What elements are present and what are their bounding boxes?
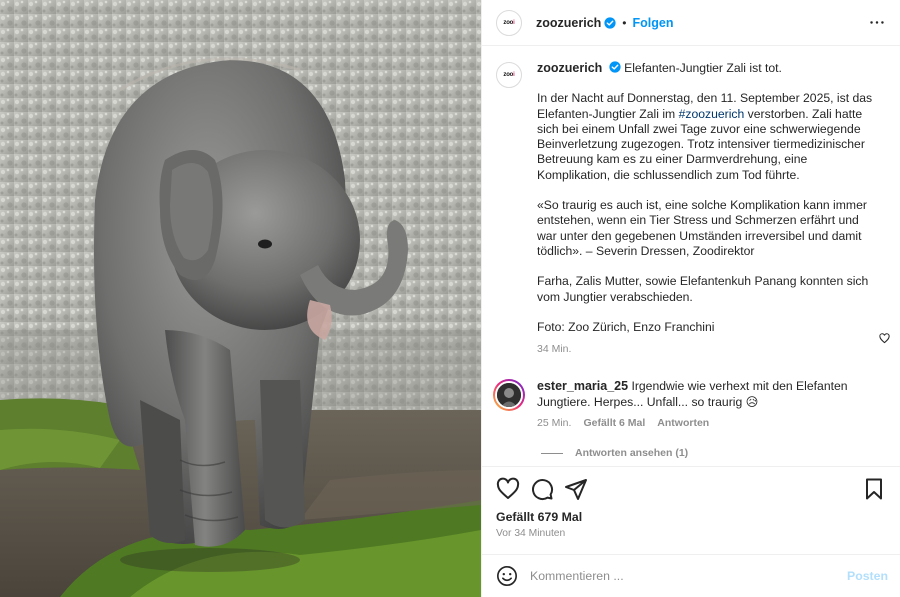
caption-paragraph-1: In der Nacht auf Donnerstag, den 11. Sep… [537, 91, 877, 183]
comment-reply-button[interactable]: Antworten [657, 416, 709, 431]
header-username[interactable]: zoozuerich [536, 16, 601, 30]
caption-timestamp[interactable]: 34 Min. [537, 342, 877, 357]
post-header: zoo i zoozuerich • Folgen [482, 0, 900, 46]
caption-paragraph-2: «So traurig es auch ist, eine solche Kom… [537, 198, 871, 258]
likes-count[interactable]: Gefällt 679 Mal [496, 510, 886, 524]
avatar-logo-dot: i [513, 19, 515, 26]
comment-likes[interactable]: Gefällt 6 Mal [583, 416, 645, 431]
comments-scroll-area[interactable]: zoo i zoozuerich Elefanten-Jungtier Zali … [482, 47, 900, 465]
heart-icon[interactable] [496, 477, 520, 501]
sad-emoji: 😥 [745, 394, 759, 409]
header-separator: • [622, 15, 627, 30]
elephant-calf-photo [0, 0, 481, 597]
caption-headline: Elefanten-Jungtier Zali ist tot. [624, 61, 782, 75]
comment-input[interactable] [530, 569, 847, 583]
avatar-logo-text: zoo [503, 19, 514, 26]
emoji-icon[interactable] [496, 565, 518, 587]
action-icons [496, 467, 886, 511]
caption-headline-line: zoozuerich Elefanten-Jungtier Zali ist t… [537, 61, 877, 76]
hashtag-link[interactable]: #zoozuerich [679, 107, 745, 121]
caption: zoo i zoozuerich Elefanten-Jungtier Zali … [482, 47, 900, 357]
share-icon[interactable] [564, 477, 588, 501]
comment-icon[interactable] [530, 477, 554, 501]
bookmark-icon[interactable] [862, 477, 886, 501]
comment-composer: Posten [482, 554, 900, 597]
replies-divider [541, 452, 563, 454]
caption-paragraph-4: Foto: Zoo Zürich, Enzo Franchini [537, 319, 715, 334]
action-bar: Gefällt 679 Mal Vor 34 Minuten [482, 466, 900, 554]
commenter-avatar[interactable] [493, 379, 525, 412]
comment-heart-icon[interactable] [879, 333, 890, 344]
commenter-photo [497, 383, 521, 408]
view-replies-button[interactable]: Antworten ansehen (1) [541, 447, 900, 459]
caption-verified-icon [609, 61, 621, 73]
verified-icon [604, 16, 616, 29]
comment-item: ester_maria_25 Irgendwie wie verhext mit… [482, 365, 900, 431]
commenter-username[interactable]: ester_maria_25 [537, 379, 628, 393]
post-side-panel: zoo i zoozuerich • Folgen zoo i zoozuerich [481, 0, 900, 597]
comment-text-line: ester_maria_25 Irgendwie wie verhext mit… [537, 379, 857, 410]
comment-meta: 25 Min. Gefällt 6 Mal Antworten [537, 416, 857, 431]
view-replies-label: Antworten ansehen (1) [575, 447, 689, 460]
caption-avatar[interactable]: zoo i [496, 62, 522, 88]
caption-username[interactable]: zoozuerich [537, 61, 602, 75]
instagram-post-window: zoo i zoozuerich • Folgen zoo i zoozuerich [0, 0, 900, 597]
comment-body: ester_maria_25 Irgendwie wie verhext mit… [537, 379, 857, 431]
profile-avatar[interactable]: zoo i [496, 9, 522, 36]
post-comment-button[interactable]: Posten [847, 569, 888, 583]
post-photo[interactable] [0, 0, 481, 597]
caption-paragraph-3: Farha, Zalis Mutter, sowie Elefantenkuh … [537, 274, 872, 304]
comment-time[interactable]: 25 Min. [537, 416, 571, 431]
follow-button[interactable]: Folgen [633, 16, 674, 30]
more-icon[interactable] [868, 14, 886, 32]
caption-avatar-logo-dot: i [513, 72, 515, 78]
caption-avatar-logo-text: zoo [503, 72, 514, 78]
post-age[interactable]: Vor 34 Minuten [496, 528, 886, 539]
caption-body: zoozuerich Elefanten-Jungtier Zali ist t… [537, 61, 877, 357]
